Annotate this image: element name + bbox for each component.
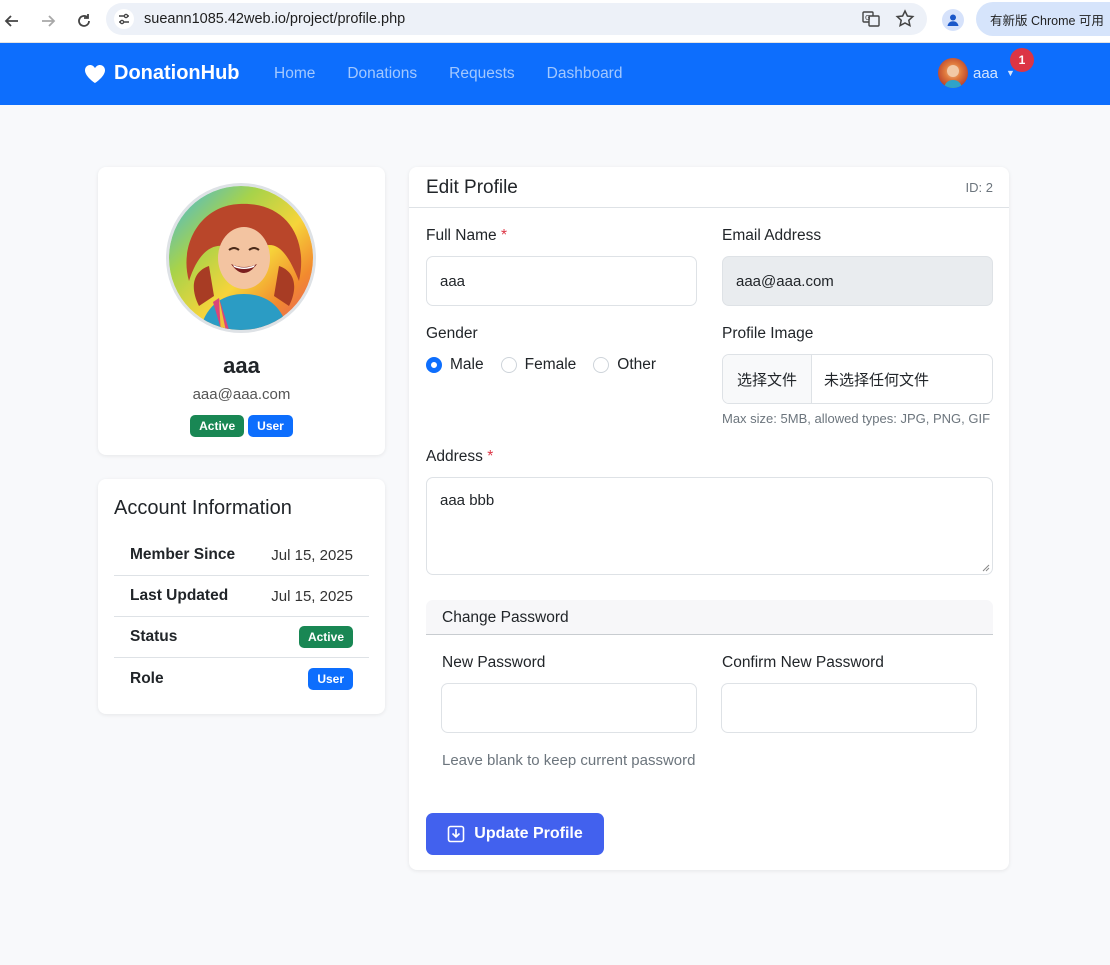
svg-text:G: G (865, 14, 870, 22)
address-textarea[interactable]: aaa bbb (426, 477, 993, 575)
profile-name: aaa (223, 353, 260, 378)
info-row-status: Status Active (114, 617, 369, 658)
notification-badge[interactable]: 1 (1010, 48, 1034, 72)
confirm-password-label: Confirm New Password (722, 654, 884, 671)
site-navbar: DonationHub Home Donations Requests Dash… (0, 43, 1110, 105)
info-row-last-updated: Last Updated Jul 15, 2025 (114, 576, 369, 617)
radio-checked-icon[interactable] (426, 357, 442, 373)
confirm-password-input[interactable] (721, 683, 977, 733)
reload-icon (78, 14, 90, 27)
radio-unchecked-icon[interactable] (500, 357, 517, 373)
new-password-input[interactable] (441, 683, 697, 733)
forward-button[interactable] (36, 9, 60, 33)
info-row-role: Role User (114, 658, 369, 699)
reload-button[interactable] (72, 9, 96, 33)
account-info-card: Account Information Member Since Jul 15,… (98, 479, 385, 714)
edit-profile-header: Edit Profile ID: 2 (409, 167, 1009, 208)
profile-email: aaa@aaa.com (192, 386, 291, 403)
username-label: aaa (973, 64, 999, 82)
gender-label: Gender (426, 325, 478, 342)
nav-link-requests[interactable]: Requests (449, 65, 514, 83)
arrow-left-icon (4, 15, 18, 27)
brand-logo[interactable]: DonationHub (84, 62, 240, 85)
chrome-update-button[interactable]: 有新版 Chrome 可用 (976, 2, 1110, 36)
profile-image-label: Profile Image (722, 325, 814, 342)
info-value: Jul 15, 2025 (271, 587, 353, 605)
password-help-text: Leave blank to keep current password (442, 752, 696, 769)
radio-unchecked-icon[interactable] (593, 357, 610, 373)
info-value: Jul 15, 2025 (271, 546, 353, 564)
role-badge: User (248, 415, 293, 437)
required-mark: * (487, 448, 494, 465)
image-help-text: Max size: 5MB, allowed types: JPG, PNG, … (722, 411, 991, 426)
resize-grip-icon[interactable] (980, 562, 990, 572)
info-label: Role (130, 669, 164, 687)
user-id-label: ID: 2 (965, 180, 993, 195)
account-info-title: Account Information (114, 497, 292, 519)
update-profile-button[interactable]: Update Profile (426, 813, 604, 855)
translate-icon[interactable]: G (861, 9, 881, 29)
choose-file-button[interactable]: 选择文件 (723, 355, 812, 403)
brand-name: DonationHub (114, 62, 240, 84)
arrow-right-icon (42, 15, 56, 27)
nav-link-donations[interactable]: Donations (347, 65, 417, 83)
email-input[interactable]: aaa@aaa.com (722, 256, 993, 306)
role-badge: User (308, 667, 353, 690)
edit-profile-title: Edit Profile (426, 177, 518, 198)
gender-radio-male[interactable]: Male (426, 356, 484, 374)
required-mark: * (500, 227, 507, 244)
chrome-profile-icon[interactable] (942, 9, 964, 31)
gender-radio-group: Male Female Other (426, 356, 673, 374)
profile-avatar (166, 183, 316, 333)
user-avatar (938, 58, 968, 88)
full-name-label: Full Name * (426, 227, 507, 244)
no-file-chosen-text: 未选择任何文件 (824, 371, 930, 389)
change-password-title: Change Password (442, 609, 569, 626)
full-name-input[interactable]: aaa (426, 256, 697, 306)
back-button[interactable] (0, 9, 24, 33)
caret-down-icon: ▼ (1006, 68, 1015, 78)
status-badge: Active (298, 626, 353, 648)
bookmark-star-icon[interactable] (895, 9, 915, 29)
url-text[interactable]: sueann1085.42web.io/project/profile.php (144, 11, 405, 27)
profile-summary-card: aaa aaa@aaa.com Active User (98, 167, 385, 455)
info-label: Member Since (130, 546, 236, 563)
edit-profile-card: Edit Profile ID: 2 Full Name * aaa Email… (409, 167, 1009, 870)
email-label: Email Address (722, 227, 822, 244)
status-badge: Active (190, 415, 245, 437)
gender-radio-female[interactable]: Female (500, 356, 576, 374)
address-text: aaa bbb (440, 492, 495, 509)
update-profile-label: Update Profile (474, 825, 583, 842)
address-label: Address * (426, 448, 494, 465)
site-info-icon[interactable] (114, 9, 134, 29)
user-menu-toggle[interactable]: aaa ▼ (938, 58, 1015, 88)
nav-link-dashboard[interactable]: Dashboard (547, 65, 623, 83)
info-row-member-since: Member Since Jul 15, 2025 (114, 535, 369, 576)
info-label: Last Updated (130, 587, 229, 604)
profile-image-file-input[interactable]: 选择文件 未选择任何文件 (722, 354, 993, 404)
download-save-icon (447, 825, 465, 843)
heart-icon (85, 64, 105, 83)
new-password-label: New Password (442, 654, 546, 671)
change-password-header: Change Password (426, 600, 993, 635)
address-bar[interactable]: sueann1085.42web.io/project/profile.php … (106, 3, 927, 35)
info-label: Status (130, 628, 178, 645)
account-info-table: Member Since Jul 15, 2025 Last Updated J… (114, 535, 369, 699)
gender-radio-other[interactable]: Other (593, 356, 656, 374)
nav-link-home[interactable]: Home (274, 65, 315, 83)
